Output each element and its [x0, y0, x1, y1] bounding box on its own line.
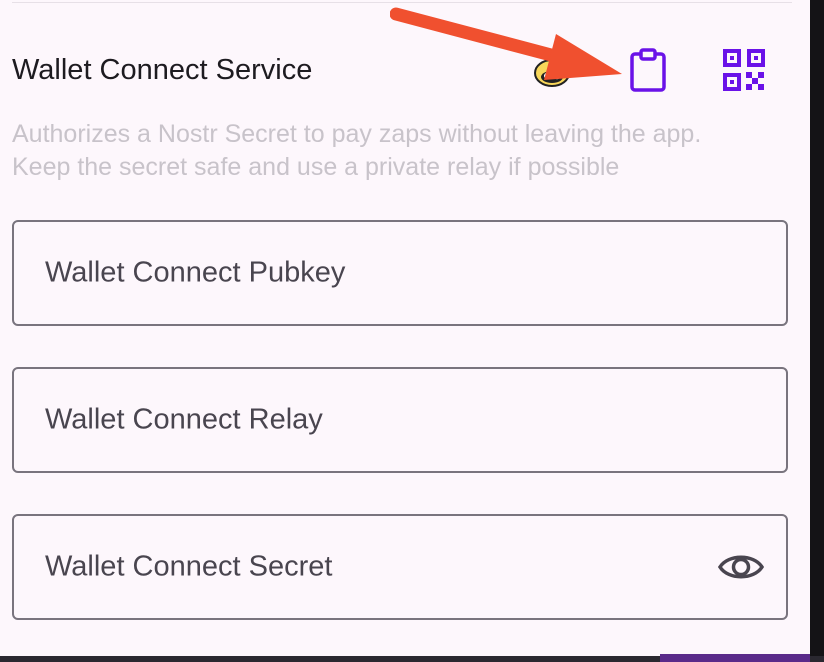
- scan-qr-button[interactable]: [716, 44, 772, 96]
- screen-edge: [810, 0, 824, 662]
- pubkey-field[interactable]: Wallet Connect Pubkey: [12, 220, 788, 326]
- section-title: Wallet Connect Service: [12, 54, 313, 86]
- relay-field[interactable]: Wallet Connect Relay: [12, 367, 788, 473]
- paste-from-clipboard-button[interactable]: [622, 44, 674, 96]
- section-description: Authorizes a Nostr Secret to pay zaps wi…: [12, 118, 802, 184]
- eye-icon: [718, 555, 764, 579]
- description-line: Authorizes a Nostr Secret to pay zaps wi…: [12, 120, 702, 148]
- settings-screen: Wallet Connect Service Authorizes a Nost…: [0, 0, 810, 656]
- screen-edge: [660, 654, 810, 662]
- toggle-secret-visibility-button[interactable]: [716, 547, 766, 587]
- annotation-arrow: [390, 7, 622, 80]
- qr-code-icon: [723, 49, 765, 91]
- secret-field[interactable]: Wallet Connect Secret: [12, 514, 788, 620]
- description-line: Keep the secret safe and use a private r…: [12, 153, 620, 181]
- relay-field-label: Wallet Connect Relay: [45, 403, 323, 436]
- alby-logo-icon[interactable]: [532, 52, 572, 90]
- divider: [12, 2, 792, 3]
- clipboard-icon: [630, 48, 666, 92]
- pubkey-field-label: Wallet Connect Pubkey: [45, 256, 346, 289]
- secret-field-label: Wallet Connect Secret: [45, 550, 333, 583]
